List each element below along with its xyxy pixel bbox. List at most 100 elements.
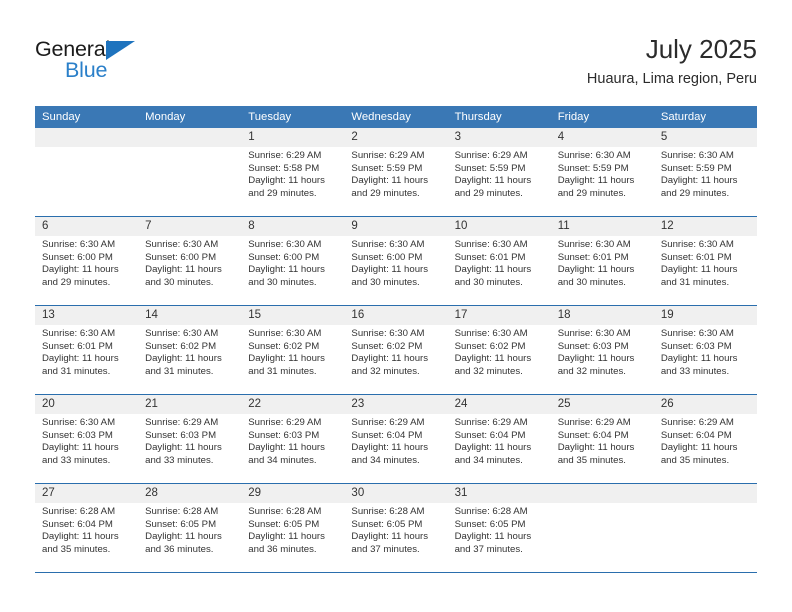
daylight-text-line1: Daylight: 11 hours — [454, 353, 532, 365]
day-info: Sunrise: 6:30 AM Sunset: 6:03 PM Dayligh… — [551, 325, 654, 378]
day-cell[interactable]: 6 Sunrise: 6:30 AM Sunset: 6:00 PM Dayli… — [35, 216, 139, 306]
sunset-text: Sunset: 6:05 PM — [454, 518, 526, 530]
day-cell[interactable]: 12 Sunrise: 6:30 AM Sunset: 6:01 PM Dayl… — [653, 216, 757, 306]
sunrise-text: Sunrise: 6:30 AM — [42, 417, 116, 428]
sunrise-text: Sunrise: 6:28 AM — [248, 506, 322, 517]
sunrise-text: Sunrise: 6:29 AM — [660, 417, 734, 428]
day-info: Sunrise: 6:30 AM Sunset: 6:01 PM Dayligh… — [551, 236, 654, 289]
day-cell[interactable]: 15 Sunrise: 6:30 AM Sunset: 6:02 PM Dayl… — [241, 305, 345, 395]
sunset-text: Sunset: 6:04 PM — [351, 429, 423, 441]
day-cell[interactable]: 9 Sunrise: 6:30 AM Sunset: 6:00 PM Dayli… — [344, 216, 448, 306]
day-info: Sunrise: 6:29 AM Sunset: 5:59 PM Dayligh… — [448, 147, 551, 200]
day-cell[interactable]: 24 Sunrise: 6:29 AM Sunset: 6:04 PM Dayl… — [447, 394, 551, 484]
day-cell[interactable]: 13 Sunrise: 6:30 AM Sunset: 6:01 PM Dayl… — [35, 305, 139, 395]
daylight-text-line1: Daylight: 11 hours — [454, 531, 532, 543]
day-cell[interactable]: 20 Sunrise: 6:30 AM Sunset: 6:03 PM Dayl… — [35, 394, 139, 484]
day-cell[interactable]: 7 Sunrise: 6:30 AM Sunset: 6:00 PM Dayli… — [138, 216, 242, 306]
daylight-text-line1: Daylight: 11 hours — [145, 264, 222, 276]
logo-triangle-icon — [106, 41, 135, 60]
sunrise-text: Sunrise: 6:30 AM — [660, 150, 734, 161]
day-cell[interactable]: 5 Sunrise: 6:30 AM Sunset: 5:59 PM Dayli… — [653, 128, 757, 217]
sunrise-text: Sunrise: 6:30 AM — [454, 328, 528, 339]
sunrise-text: Sunrise: 6:28 AM — [42, 506, 116, 517]
day-cell[interactable]: 31 Sunrise: 6:28 AM Sunset: 6:05 PM Dayl… — [447, 483, 551, 573]
day-cell[interactable]: 3 Sunrise: 6:29 AM Sunset: 5:59 PM Dayli… — [447, 128, 551, 217]
day-info — [35, 147, 138, 150]
weekday-header-saturday: Saturday — [653, 106, 757, 128]
sunrise-text: Sunrise: 6:29 AM — [454, 417, 528, 428]
sunrise-text: Sunrise: 6:30 AM — [42, 239, 116, 250]
day-info: Sunrise: 6:29 AM Sunset: 6:04 PM Dayligh… — [551, 414, 654, 467]
title-block: July 2025 Huaura, Lima region, Peru — [587, 33, 757, 89]
sunset-text: Sunset: 5:59 PM — [660, 162, 732, 174]
day-info: Sunrise: 6:29 AM Sunset: 6:04 PM Dayligh… — [654, 414, 757, 467]
day-cell[interactable]: 4 Sunrise: 6:30 AM Sunset: 5:59 PM Dayli… — [550, 128, 654, 217]
sunrise-text: Sunrise: 6:29 AM — [248, 417, 322, 428]
day-info — [138, 147, 241, 150]
day-cell[interactable]: 26 Sunrise: 6:29 AM Sunset: 6:04 PM Dayl… — [653, 394, 757, 484]
daylight-text-line1: Daylight: 11 hours — [454, 175, 532, 187]
daylight-text-line1: Daylight: 11 hours — [248, 175, 325, 187]
day-cell[interactable]: 27 Sunrise: 6:28 AM Sunset: 6:04 PM Dayl… — [35, 483, 139, 573]
day-info — [551, 503, 654, 506]
day-cell[interactable]: 28 Sunrise: 6:28 AM Sunset: 6:05 PM Dayl… — [138, 483, 242, 573]
daylight-text-line2: and 33 minutes. — [42, 454, 111, 466]
sunset-text: Sunset: 6:03 PM — [248, 429, 320, 441]
day-cell[interactable]: 1 Sunrise: 6:29 AM Sunset: 5:58 PM Dayli… — [241, 128, 345, 217]
daylight-text-line1: Daylight: 11 hours — [145, 531, 222, 543]
day-cell[interactable]: 16 Sunrise: 6:30 AM Sunset: 6:02 PM Dayl… — [344, 305, 448, 395]
day-cell[interactable]: 2 Sunrise: 6:29 AM Sunset: 5:59 PM Dayli… — [344, 128, 448, 217]
day-number: 8 — [241, 217, 345, 236]
day-cell[interactable]: 29 Sunrise: 6:28 AM Sunset: 6:05 PM Dayl… — [241, 483, 345, 573]
day-cell[interactable] — [550, 483, 654, 573]
day-cell[interactable]: 8 Sunrise: 6:30 AM Sunset: 6:00 PM Dayli… — [241, 216, 345, 306]
day-cell[interactable]: 14 Sunrise: 6:30 AM Sunset: 6:02 PM Dayl… — [138, 305, 242, 395]
day-number: 13 — [35, 306, 139, 325]
day-info — [654, 503, 757, 506]
day-info: Sunrise: 6:30 AM Sunset: 6:00 PM Dayligh… — [344, 236, 447, 289]
daylight-text-line2: and 31 minutes. — [145, 365, 214, 377]
day-cell[interactable]: 11 Sunrise: 6:30 AM Sunset: 6:01 PM Dayl… — [550, 216, 654, 306]
day-cell[interactable]: 17 Sunrise: 6:30 AM Sunset: 6:02 PM Dayl… — [447, 305, 551, 395]
day-info: Sunrise: 6:30 AM Sunset: 6:02 PM Dayligh… — [138, 325, 241, 378]
day-number: 5 — [653, 128, 757, 147]
sunset-text: Sunset: 6:05 PM — [351, 518, 423, 530]
day-number: 28 — [138, 484, 242, 503]
day-number: 3 — [447, 128, 551, 147]
day-cell[interactable]: 25 Sunrise: 6:29 AM Sunset: 6:04 PM Dayl… — [550, 394, 654, 484]
sunset-text: Sunset: 6:04 PM — [557, 429, 629, 441]
day-number: 24 — [447, 395, 551, 414]
day-info: Sunrise: 6:29 AM Sunset: 5:59 PM Dayligh… — [344, 147, 447, 200]
week-row: 20 Sunrise: 6:30 AM Sunset: 6:03 PM Dayl… — [35, 394, 757, 484]
day-number: 27 — [35, 484, 139, 503]
day-info: Sunrise: 6:30 AM Sunset: 6:01 PM Dayligh… — [448, 236, 551, 289]
day-cell[interactable] — [35, 128, 139, 217]
day-cell[interactable]: 23 Sunrise: 6:29 AM Sunset: 6:04 PM Dayl… — [344, 394, 448, 484]
day-cell[interactable] — [138, 128, 242, 217]
daylight-text-line1: Daylight: 11 hours — [248, 442, 325, 454]
sunset-text: Sunset: 6:01 PM — [660, 251, 732, 263]
sunrise-text: Sunrise: 6:28 AM — [145, 506, 219, 517]
daylight-text-line1: Daylight: 11 hours — [351, 442, 429, 454]
general-blue-logo[interactable]: General Blue — [35, 37, 235, 93]
day-cell[interactable]: 18 Sunrise: 6:30 AM Sunset: 6:03 PM Dayl… — [550, 305, 654, 395]
sunrise-text: Sunrise: 6:30 AM — [145, 328, 219, 339]
sunrise-text: Sunrise: 6:29 AM — [557, 417, 631, 428]
daylight-text-line2: and 35 minutes. — [557, 454, 626, 466]
sunset-text: Sunset: 5:59 PM — [454, 162, 526, 174]
day-number: 23 — [344, 395, 448, 414]
day-cell[interactable]: 30 Sunrise: 6:28 AM Sunset: 6:05 PM Dayl… — [344, 483, 448, 573]
week-row: 1 Sunrise: 6:29 AM Sunset: 5:58 PM Dayli… — [35, 128, 757, 217]
daylight-text-line2: and 34 minutes. — [351, 454, 420, 466]
daylight-text-line2: and 31 minutes. — [248, 365, 317, 377]
day-number: 25 — [550, 395, 654, 414]
day-cell[interactable]: 22 Sunrise: 6:29 AM Sunset: 6:03 PM Dayl… — [241, 394, 345, 484]
day-cell[interactable]: 19 Sunrise: 6:30 AM Sunset: 6:03 PM Dayl… — [653, 305, 757, 395]
daylight-text-line2: and 30 minutes. — [454, 276, 523, 288]
day-cell[interactable]: 21 Sunrise: 6:29 AM Sunset: 6:03 PM Dayl… — [138, 394, 242, 484]
daylight-text-line1: Daylight: 11 hours — [42, 531, 119, 543]
day-cell[interactable]: 10 Sunrise: 6:30 AM Sunset: 6:01 PM Dayl… — [447, 216, 551, 306]
day-number: 7 — [138, 217, 242, 236]
day-cell[interactable] — [653, 483, 757, 573]
sunset-text: Sunset: 6:04 PM — [42, 518, 113, 530]
